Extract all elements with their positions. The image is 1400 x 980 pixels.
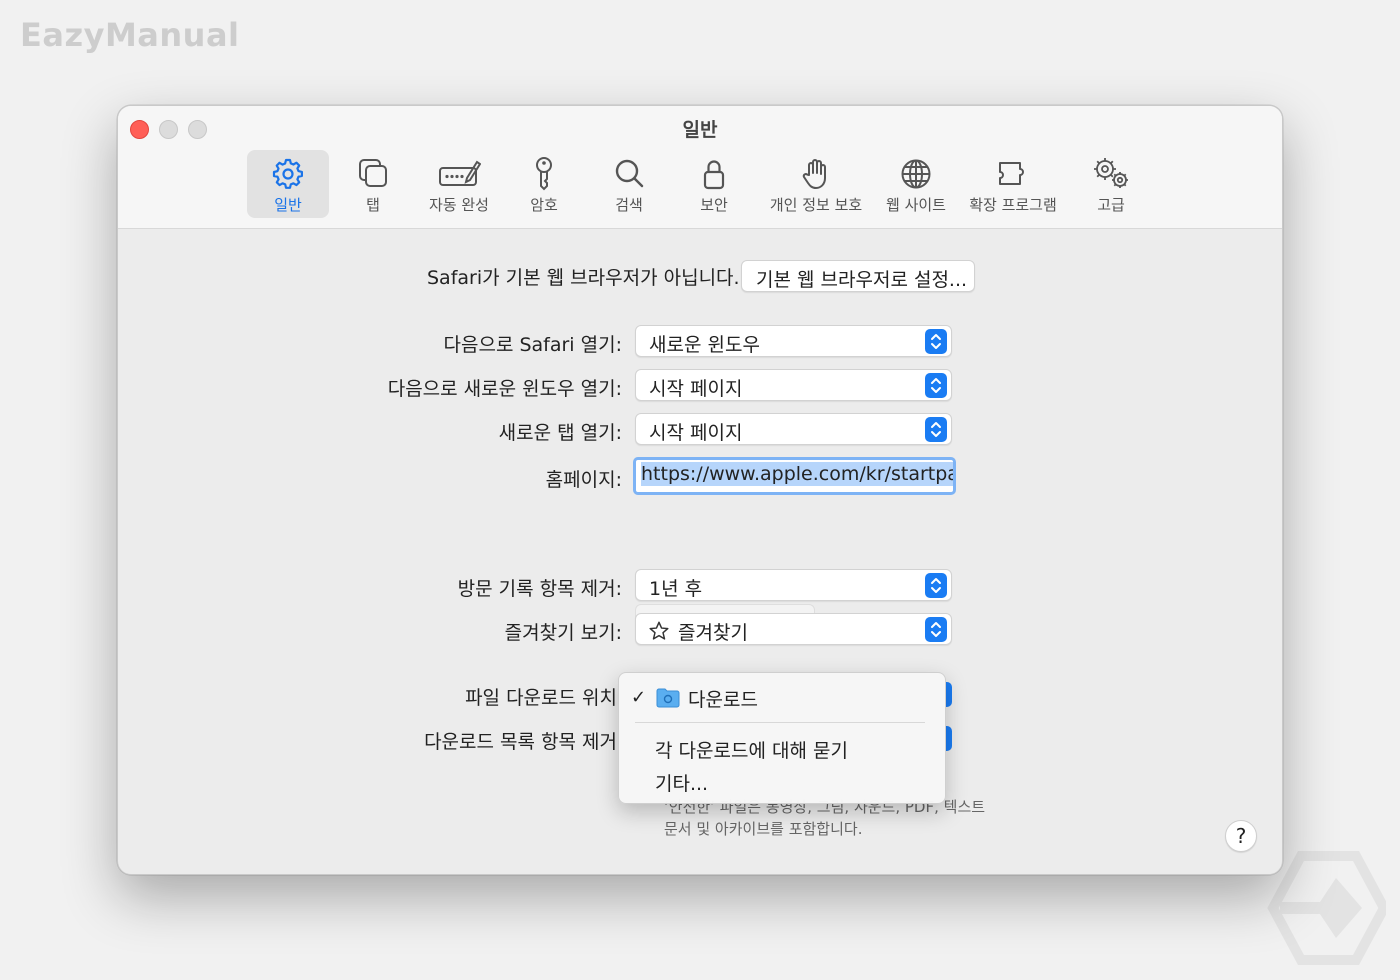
tab-advanced-label: 고급 xyxy=(1097,196,1125,214)
remove-history-popup[interactable]: 1년 후 xyxy=(635,569,952,601)
popup-stepper-icon xyxy=(925,329,947,354)
checkmark-icon: ✓ xyxy=(631,687,647,708)
folder-icon xyxy=(656,688,680,708)
tab-websites[interactable]: 웹 사이트 xyxy=(876,150,956,218)
tab-general[interactable]: 일반 xyxy=(247,150,329,218)
globe-icon xyxy=(901,159,931,189)
row-favorites-shows: 즐겨찾기 보기: 즐겨찾기 xyxy=(118,613,1282,647)
new-window-open-with-value: 시작 페이지 xyxy=(649,378,743,400)
menu-item-ask-each-label: 각 다운로드에 대해 묻기 xyxy=(655,740,848,762)
menu-item-other-label: 기타... xyxy=(655,773,709,795)
row-open-safari-with: 다음으로 Safari 열기: 새로운 윈도우 xyxy=(118,325,1282,359)
key-icon xyxy=(536,157,552,191)
tab-extensions[interactable]: 확장 프로그램 xyxy=(960,150,1066,218)
row-new-tab-open-with: 새로운 탭 열기: 시작 페이지 xyxy=(118,413,1282,447)
tab-security-label: 보안 xyxy=(700,196,728,214)
help-button[interactable]: ? xyxy=(1225,820,1257,852)
popup-stepper-icon xyxy=(925,417,947,442)
default-browser-message: Safari가 기본 웹 브라우저가 아닙니다. xyxy=(427,267,740,289)
open-safari-with-popup[interactable]: 새로운 윈도우 xyxy=(635,325,952,357)
tab-websites-label: 웹 사이트 xyxy=(886,196,946,214)
tab-passwords-label: 암호 xyxy=(530,196,558,214)
new-window-open-with-label: 다음으로 새로운 윈도우 열기: xyxy=(387,378,622,400)
download-location-label: 파일 다운로드 위치 xyxy=(465,687,617,709)
hand-icon xyxy=(802,159,826,189)
titlebar: 일반 일반 탭 자동 완성 암호 검색 보안 개인 정보 보호 웹 사이트 확장… xyxy=(118,106,1282,229)
tab-general-label: 일반 xyxy=(274,196,302,214)
general-settings-pane: Safari가 기본 웹 브라우저가 아닙니다. 기본 웹 브라우저로 설정..… xyxy=(118,230,1282,874)
window-title: 일반 xyxy=(682,119,718,141)
open-safari-with-value: 새로운 윈도우 xyxy=(649,334,760,356)
tab-extensions-label: 확장 프로그램 xyxy=(969,196,1057,214)
remove-history-value: 1년 후 xyxy=(649,578,703,600)
popup-stepper-icon xyxy=(925,573,947,598)
watermark-hex-logo xyxy=(1267,851,1386,965)
tab-search[interactable]: 검색 xyxy=(599,150,659,218)
new-window-open-with-popup[interactable]: 시작 페이지 xyxy=(635,369,952,401)
homepage-url-field[interactable]: https://www.apple.com/kr/startpage/ xyxy=(633,457,956,495)
tab-privacy[interactable]: 개인 정보 보호 xyxy=(758,150,874,218)
new-tab-open-with-popup[interactable]: 시작 페이지 xyxy=(635,413,952,445)
tab-tabs[interactable]: 탭 xyxy=(343,150,403,218)
tab-passwords[interactable]: 암호 xyxy=(514,150,574,218)
new-tab-open-with-value: 시작 페이지 xyxy=(649,422,743,444)
row-homepage: 홈페이지: https://www.apple.com/kr/startpage… xyxy=(118,457,1282,497)
download-location-menu: ✓ 다운로드 각 다운로드에 대해 묻기 기타... xyxy=(618,672,946,804)
tab-advanced[interactable]: 고급 xyxy=(1080,150,1142,218)
tab-search-label: 검색 xyxy=(615,196,643,214)
watermark-text: EazyManual xyxy=(20,16,240,54)
popup-stepper-icon xyxy=(925,617,947,642)
lock-icon xyxy=(703,160,725,190)
search-icon xyxy=(615,159,644,188)
gears-icon xyxy=(1094,158,1128,188)
download-location-popup-edge[interactable] xyxy=(946,682,952,707)
autofill-icon xyxy=(439,160,481,186)
gear-icon xyxy=(272,158,303,189)
favorites-shows-label: 즐겨찾기 보기: xyxy=(504,622,622,644)
row-new-window-open-with: 다음으로 새로운 윈도우 열기: 시작 페이지 xyxy=(118,369,1282,403)
menu-item-downloads-label: 다운로드 xyxy=(688,689,758,711)
puzzle-icon xyxy=(999,162,1024,185)
menu-separator xyxy=(635,722,925,723)
tab-privacy-label: 개인 정보 보호 xyxy=(769,196,863,214)
safe-files-note-line2: 문서 및 아카이브를 포함합니다. xyxy=(664,820,863,838)
download-removal-popup-edge[interactable] xyxy=(946,726,952,751)
safari-preferences-window: 일반 일반 탭 자동 완성 암호 검색 보안 개인 정보 보호 웹 사이트 확장… xyxy=(117,105,1283,875)
favorites-shows-popup[interactable]: 즐겨찾기 xyxy=(635,613,952,645)
remove-history-label: 방문 기록 항목 제거: xyxy=(457,578,622,600)
menu-item-other[interactable]: 기타... xyxy=(619,768,945,798)
star-icon xyxy=(648,620,672,647)
tab-autofill-label: 자동 완성 xyxy=(429,196,489,214)
download-removal-label: 다운로드 목록 항목 제거 xyxy=(424,731,617,753)
preferences-toolbar: 일반 탭 자동 완성 암호 검색 보안 개인 정보 보호 웹 사이트 확장 프로… xyxy=(118,150,1282,218)
menu-item-downloads[interactable]: ✓ 다운로드 xyxy=(619,683,945,713)
tabs-icon xyxy=(359,159,387,187)
tab-autofill[interactable]: 자동 완성 xyxy=(418,150,500,218)
favorites-shows-value: 즐겨찾기 xyxy=(678,622,748,644)
popup-stepper-icon xyxy=(925,373,947,398)
homepage-url-value: https://www.apple.com/kr/startpage/ xyxy=(641,462,953,486)
new-tab-open-with-label: 새로운 탭 열기: xyxy=(498,422,622,444)
open-safari-with-label: 다음으로 Safari 열기: xyxy=(443,334,623,356)
row-remove-history: 방문 기록 항목 제거: 1년 후 xyxy=(118,569,1282,603)
menu-item-ask-each[interactable]: 각 다운로드에 대해 묻기 xyxy=(619,734,945,764)
set-default-browser-button[interactable]: 기본 웹 브라우저로 설정... xyxy=(741,260,975,292)
tab-tabs-label: 탭 xyxy=(366,196,380,214)
homepage-label: 홈페이지: xyxy=(545,469,622,491)
tab-security[interactable]: 보안 xyxy=(684,150,744,218)
